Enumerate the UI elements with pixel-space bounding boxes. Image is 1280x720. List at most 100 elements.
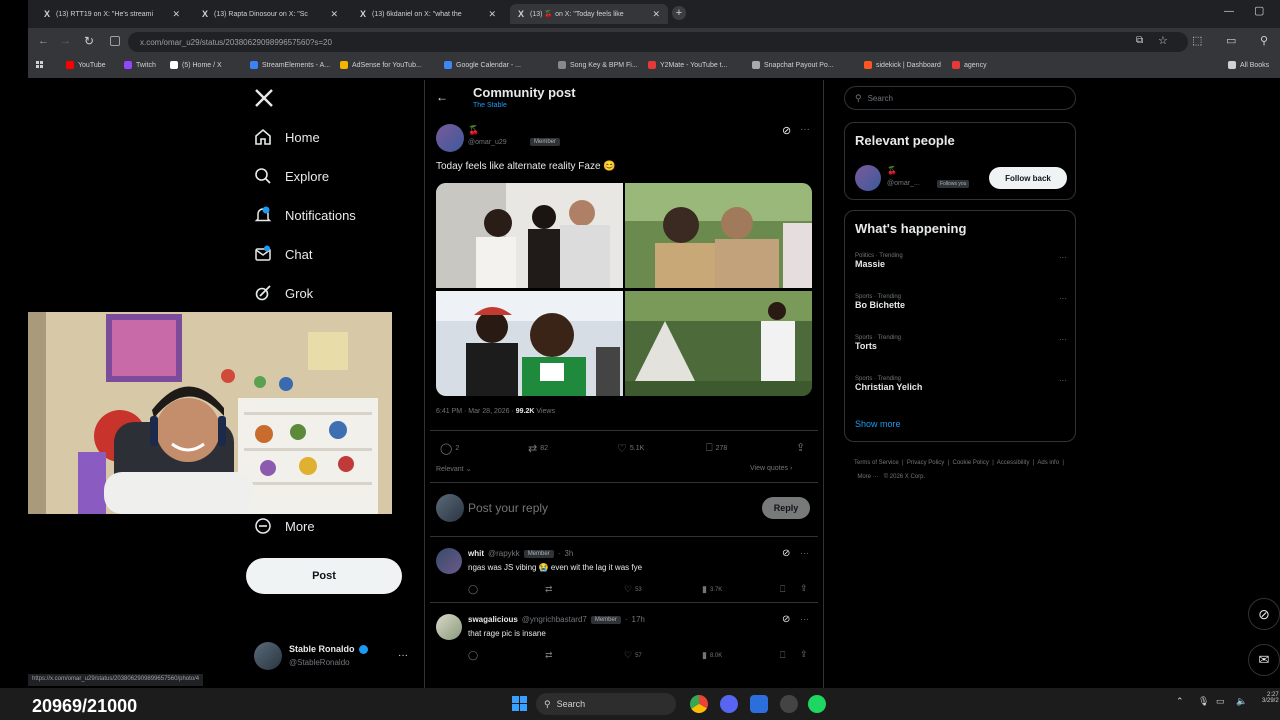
author-handle[interactable]: @omar_u29 (468, 139, 507, 146)
mic-icon[interactable]: 🎙 (1198, 696, 1209, 707)
share-icon[interactable]: ⇪ (796, 441, 805, 454)
spotify-icon[interactable] (808, 695, 826, 713)
share-icon[interactable]: ⇪ (800, 583, 808, 594)
view-quotes-link[interactable]: View quotes › (750, 465, 792, 472)
repost-icon[interactable]: ⇄ (545, 650, 553, 661)
bookmark-item[interactable]: agency (952, 61, 987, 69)
more-options-icon[interactable]: ··· (1059, 294, 1067, 303)
browser-tab[interactable]: X (13) RTT19 on X: "He's streami ✕ (36, 4, 188, 24)
browser-tab-active[interactable]: X (13) 🍒 on X: "Today feels like ✕ (510, 4, 668, 24)
sidepanel-icon[interactable]: ▭ (1226, 34, 1236, 47)
nav-home[interactable]: Home (254, 128, 320, 146)
trend-item[interactable]: Sports · Trending Torts ··· (855, 335, 1067, 351)
reply-input[interactable] (468, 498, 748, 518)
nav-grok[interactable]: Grok (254, 284, 313, 302)
more-options-icon[interactable]: ··· (800, 614, 809, 624)
bookmark-item[interactable]: AdSense for YouTub... (340, 61, 422, 69)
avatar[interactable] (254, 642, 282, 670)
avatar[interactable] (436, 614, 462, 640)
repost-action[interactable]: ⇄ 82 (528, 442, 548, 455)
nav-chat[interactable]: Chat (254, 245, 312, 263)
new-tab-button[interactable]: + (672, 6, 686, 20)
messages-floating-button[interactable]: ✉ (1248, 644, 1280, 676)
more-options-icon[interactable]: ··· (800, 548, 809, 558)
more-options-icon[interactable]: ··· (800, 124, 810, 135)
browser-tab[interactable]: X (13) Rapta Dinosour on X: "Sc ✕ (194, 4, 346, 24)
reply-author-name[interactable]: swagalicious (468, 615, 518, 624)
bookmark-icon[interactable]: ⎕ (780, 584, 785, 595)
maximize-button[interactable]: ▢ (1254, 4, 1264, 17)
profile-icon[interactable]: ⚲ (1260, 34, 1268, 47)
like-action[interactable]: ♡ 57 (624, 650, 642, 661)
chrome-icon[interactable] (690, 695, 708, 713)
back-arrow-icon[interactable]: ← (436, 90, 448, 104)
x-logo-icon[interactable] (254, 88, 274, 108)
like-action[interactable]: ♡ 5.1K (617, 442, 644, 455)
more-options-icon[interactable]: ··· (1059, 335, 1067, 344)
clock[interactable]: 2:27 3/29/2 (1262, 692, 1279, 704)
trend-item[interactable]: Sports · Trending Christian Yelich ··· (855, 376, 1067, 392)
footer-link[interactable]: Ads info (1037, 460, 1059, 466)
translate-icon[interactable]: ⧉ (1136, 35, 1143, 46)
photo-3[interactable] (436, 291, 623, 396)
reply-icon[interactable]: ◯ (468, 584, 478, 595)
grok-icon[interactable]: ⊘ (782, 124, 791, 137)
reload-icon[interactable]: ↻ (84, 34, 94, 48)
reply-author-name[interactable]: whit (468, 549, 484, 558)
bookmark-item[interactable]: Song Key & BPM Fi... (558, 61, 638, 69)
show-more-link[interactable]: Show more (855, 419, 901, 429)
photo-4[interactable] (625, 291, 812, 396)
apps-grid-icon[interactable] (36, 61, 46, 71)
like-action[interactable]: ♡ 53 (624, 584, 642, 595)
url-input[interactable]: x.com/omar_u29/status/203806290989965756… (128, 32, 1188, 52)
views-action[interactable]: ▮ 8.0K (702, 650, 722, 661)
bookmark-action[interactable]: ⎕ 278 (706, 442, 727, 455)
grok-icon[interactable]: ⊘ (782, 614, 790, 625)
network-icon[interactable]: ▭ (1216, 696, 1225, 707)
close-icon[interactable]: ✕ (488, 9, 496, 20)
share-icon[interactable]: ⇪ (800, 649, 808, 660)
bookmark-item[interactable]: (5) Home / X (170, 61, 222, 69)
avatar[interactable] (436, 548, 462, 574)
close-icon[interactable]: ✕ (172, 9, 180, 20)
reply-author-handle[interactable]: @yngrichbastard7 (522, 615, 587, 624)
grok-floating-button[interactable]: ⊘ (1248, 598, 1280, 630)
discord-icon[interactable] (720, 695, 738, 713)
account-menu-icon[interactable]: ··· (398, 650, 408, 661)
views-action[interactable]: ▮ 3.7K (702, 584, 722, 595)
windows-start-icon[interactable] (512, 696, 528, 712)
app-icon[interactable] (750, 695, 768, 713)
nav-more[interactable]: More (254, 517, 315, 535)
obs-icon[interactable] (780, 695, 798, 713)
site-info-icon[interactable] (110, 36, 120, 46)
tray-chevron-icon[interactable]: ⌃ (1176, 696, 1184, 707)
taskbar-search[interactable]: ⚲ Search (536, 693, 676, 715)
bookmark-item[interactable]: YouTube (66, 61, 106, 69)
bookmark-item[interactable]: Twitch (124, 61, 156, 69)
footer-link[interactable]: Cookie Policy (953, 460, 989, 466)
repost-icon[interactable]: ⇄ (545, 584, 553, 595)
person-name[interactable]: 🍒 (887, 166, 897, 175)
minimize-button[interactable]: — (1224, 6, 1234, 17)
close-icon[interactable]: ✕ (330, 9, 338, 20)
search-box[interactable]: ⚲ Search (844, 86, 1076, 110)
more-options-icon[interactable]: ··· (1059, 253, 1067, 262)
person-handle[interactable]: @omar_... (887, 180, 920, 187)
volume-icon[interactable]: 🔈 (1236, 696, 1247, 707)
forward-arrow-icon[interactable]: → (60, 35, 71, 47)
avatar[interactable] (436, 124, 464, 152)
nav-notifications[interactable]: Notifications (254, 206, 356, 224)
reply-icon[interactable]: ◯ (468, 650, 478, 661)
bookmark-item[interactable]: Y2Mate - YouTube t... (648, 61, 727, 69)
bookmark-item[interactable]: Google Calendar - ... (444, 61, 521, 69)
extensions-icon[interactable]: ⬚ (1192, 34, 1202, 47)
all-bookmarks-link[interactable]: All Books (1228, 61, 1269, 69)
footer-link[interactable]: More ··· (857, 474, 878, 480)
more-options-icon[interactable]: ··· (1059, 376, 1067, 385)
close-icon[interactable]: ✕ (652, 9, 660, 20)
grok-icon[interactable]: ⊘ (782, 548, 790, 559)
photo-2[interactable] (625, 183, 812, 288)
follow-back-button[interactable]: Follow back (989, 167, 1067, 189)
author-name[interactable]: 🍒 (468, 125, 479, 136)
community-link[interactable]: The Stable (473, 102, 507, 109)
